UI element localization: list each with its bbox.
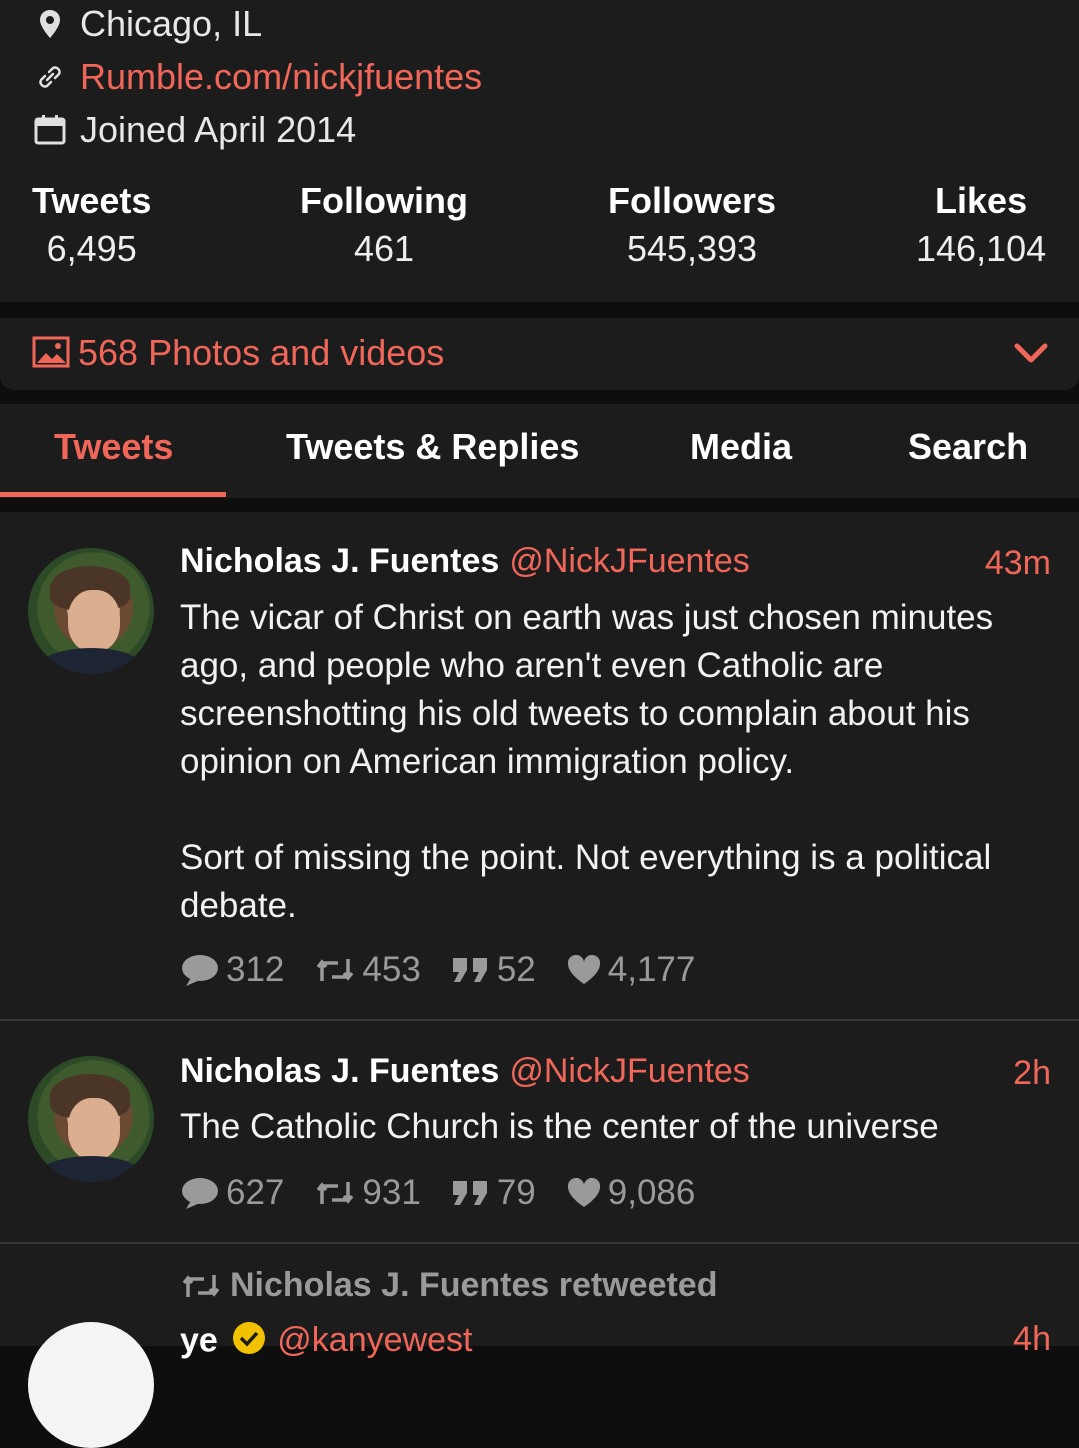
website-row[interactable]: Rumble.com/nickjfuentes (32, 53, 482, 101)
tweet-author[interactable]: Nicholas J. Fuentes @NickJFuentes (180, 542, 750, 581)
author-handle: @NickJFuentes (509, 542, 750, 580)
stat-value: 146,104 (916, 228, 1047, 269)
joined-row: Joined April 2014 (32, 106, 356, 154)
like-count: 9,086 (607, 1173, 696, 1212)
joined-text: Joined April 2014 (80, 109, 357, 150)
heart-icon (567, 954, 600, 984)
stat-value: 461 (353, 228, 415, 269)
avatar[interactable] (28, 1056, 154, 1182)
image-icon (32, 336, 70, 373)
tweet-text: The vicar of Christ on earth was just ch… (180, 594, 1050, 930)
tweet-time[interactable]: 2h (1013, 1054, 1051, 1093)
active-tab-indicator (0, 492, 226, 497)
link-icon (32, 59, 68, 95)
retweet-notice[interactable]: Nicholas J. Fuentes retweeted (180, 1266, 718, 1305)
reply-button[interactable]: 627 (180, 1173, 284, 1213)
tab-search[interactable]: Search (908, 426, 1028, 468)
retweet-icon (317, 1182, 354, 1204)
author-name: ye (180, 1321, 218, 1360)
location-pin-icon (32, 6, 68, 42)
reply-count: 312 (226, 950, 285, 989)
quote-button[interactable]: 79 (451, 1173, 536, 1213)
retweet-button[interactable]: 931 (314, 1173, 421, 1213)
tweet-author[interactable]: Nicholas J. Fuentes @NickJFuentes (180, 1052, 750, 1091)
quote-count: 79 (496, 1173, 536, 1212)
stat-followers[interactable]: Followers 545,393 (608, 180, 776, 270)
calendar-icon (32, 112, 68, 148)
stat-value: 545,393 (626, 228, 758, 269)
tweet-paragraph: The vicar of Christ on earth was just ch… (180, 598, 994, 781)
quote-count: 52 (496, 950, 536, 989)
heart-icon (567, 1177, 600, 1207)
quote-button[interactable]: 52 (451, 950, 536, 990)
profile-header: Chicago, IL Rumble.com/nickjfuentes Join… (0, 0, 1079, 302)
retweet-icon (182, 1274, 220, 1297)
tweet-time[interactable]: 4h (1013, 1320, 1051, 1359)
author-name: Nicholas J. Fuentes (180, 542, 500, 580)
retweet-count: 931 (362, 1173, 421, 1212)
avatar[interactable] (28, 548, 154, 674)
tab-media[interactable]: Media (690, 426, 792, 468)
location-text: Chicago, IL (80, 3, 263, 44)
tweet-divider (0, 1019, 1079, 1021)
chevron-down-icon[interactable] (1013, 342, 1049, 371)
author-handle: @kanyewest (277, 1321, 473, 1360)
tab-tweets-replies[interactable]: Tweets & Replies (286, 426, 579, 468)
retweet-count: 453 (362, 950, 421, 989)
quote-icon (452, 958, 487, 982)
retweet-button[interactable]: 453 (314, 950, 421, 990)
retweet-notice-text: Nicholas J. Fuentes retweeted (230, 1266, 718, 1304)
tab-tweets[interactable]: Tweets (54, 426, 173, 468)
location-row: Chicago, IL (32, 0, 262, 48)
profile-stats: Tweets 6,495 Following 461 Followers 545… (0, 180, 1079, 280)
tweet-author[interactable]: ye @kanyewest (180, 1320, 472, 1365)
stat-tweets[interactable]: Tweets 6,495 (32, 180, 151, 270)
stat-label: Likes (935, 180, 1028, 221)
comment-icon (182, 955, 218, 986)
avatar[interactable] (28, 1322, 154, 1448)
website-link[interactable]: Rumble.com/nickjfuentes (80, 56, 482, 98)
like-button[interactable]: 9,086 (566, 1173, 696, 1213)
reply-button[interactable]: 312 (180, 950, 284, 990)
like-button[interactable]: 4,177 (566, 950, 696, 990)
verified-icon (231, 1320, 267, 1365)
tweet-time[interactable]: 43m (985, 544, 1051, 583)
like-count: 4,177 (607, 950, 696, 989)
retweet-icon (317, 959, 354, 981)
stat-value: 6,495 (46, 228, 137, 269)
stat-label: Following (300, 180, 468, 221)
tweet-actions: 312 453 52 4,177 (180, 950, 725, 990)
quote-icon (452, 1181, 487, 1205)
stat-likes[interactable]: Likes 146,104 (916, 180, 1046, 270)
comment-icon (182, 1178, 218, 1209)
stat-following[interactable]: Following 461 (300, 180, 468, 270)
stat-label: Followers (608, 180, 777, 221)
photos-videos-label: 568 Photos and videos (78, 332, 445, 373)
tweet-paragraph: Sort of missing the point. Not everythin… (180, 838, 992, 925)
tweet-divider (0, 1242, 1079, 1244)
photos-videos-bar[interactable]: 568 Photos and videos (0, 318, 1079, 390)
tweet-paragraph: The Catholic Church is the center of the… (180, 1107, 939, 1146)
tweet-actions: 627 931 79 9,086 (180, 1173, 725, 1213)
stat-label: Tweets (32, 180, 152, 221)
tweet-text: The Catholic Church is the center of the… (180, 1103, 1050, 1151)
profile-tabs: Tweets Tweets & Replies Media Search (0, 404, 1079, 498)
author-name: Nicholas J. Fuentes (180, 1052, 500, 1090)
author-handle: @NickJFuentes (509, 1052, 750, 1090)
reply-count: 627 (226, 1173, 285, 1212)
